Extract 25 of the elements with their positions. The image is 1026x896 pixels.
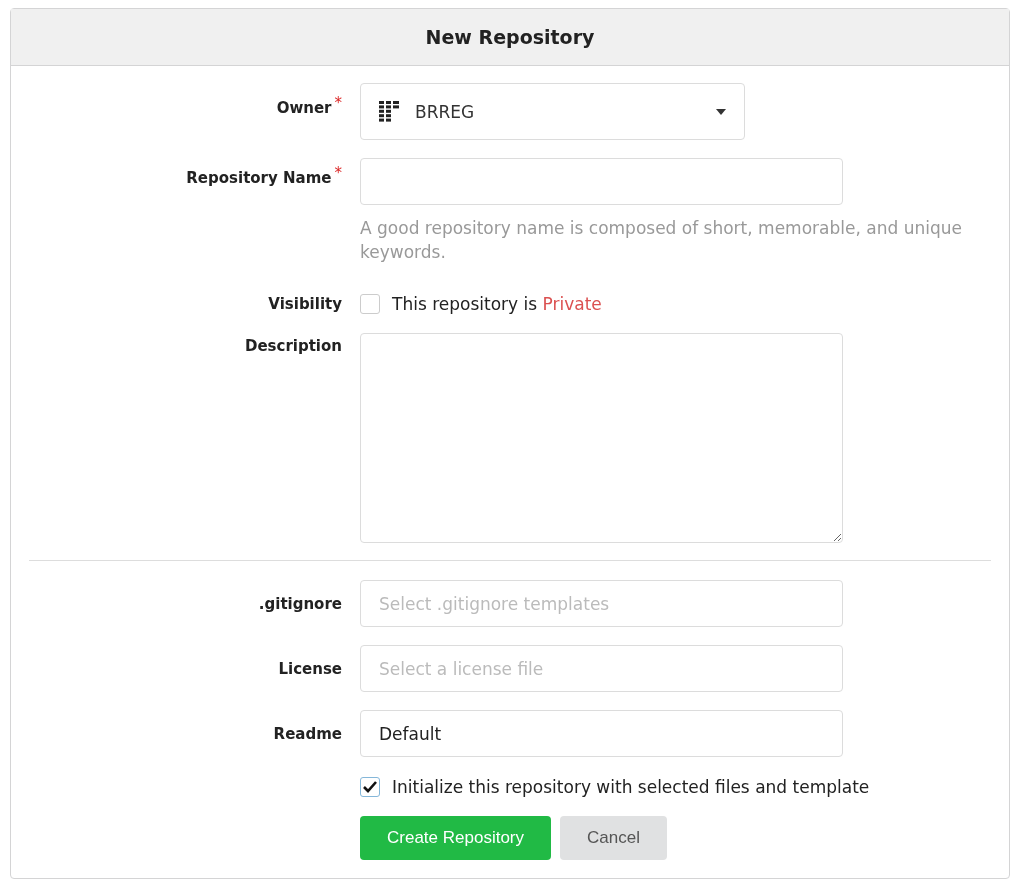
checkbox[interactable] bbox=[360, 777, 380, 797]
required-asterisk: * bbox=[334, 94, 342, 112]
form-title: New Repository bbox=[425, 26, 595, 48]
template-field[interactable]: Select .gitignore templates bbox=[360, 580, 843, 627]
field-label: Owner bbox=[276, 99, 332, 117]
description-field[interactable] bbox=[360, 333, 843, 543]
field-label: Repository Name bbox=[186, 169, 332, 187]
template-field[interactable]: Select a license file bbox=[360, 645, 843, 692]
field-label: Readme bbox=[273, 724, 342, 743]
repository-name-field[interactable] bbox=[360, 158, 843, 205]
checkbox-label: Initialize this repository with selected files and template bbox=[392, 777, 870, 797]
checkbox-label: This repository is Private bbox=[392, 294, 602, 314]
caret-icon bbox=[716, 108, 726, 115]
required-asterisk: * bbox=[334, 164, 342, 182]
owner-dropdown[interactable]: BRREG bbox=[360, 83, 745, 140]
help-text: A good repository name is composed of short, memorable, and unique keywords. bbox=[360, 217, 963, 264]
owner-value: BRREG bbox=[415, 101, 476, 122]
template-field[interactable]: Default bbox=[360, 710, 843, 757]
organization-icon bbox=[379, 100, 399, 123]
field-label: License bbox=[278, 659, 342, 678]
field-label: Description bbox=[244, 337, 342, 355]
field-label: .gitignore bbox=[258, 594, 342, 613]
cancel-button[interactable]: Cancel bbox=[560, 816, 667, 860]
checkbox[interactable] bbox=[360, 294, 380, 314]
field-label: Visibility bbox=[268, 295, 342, 313]
